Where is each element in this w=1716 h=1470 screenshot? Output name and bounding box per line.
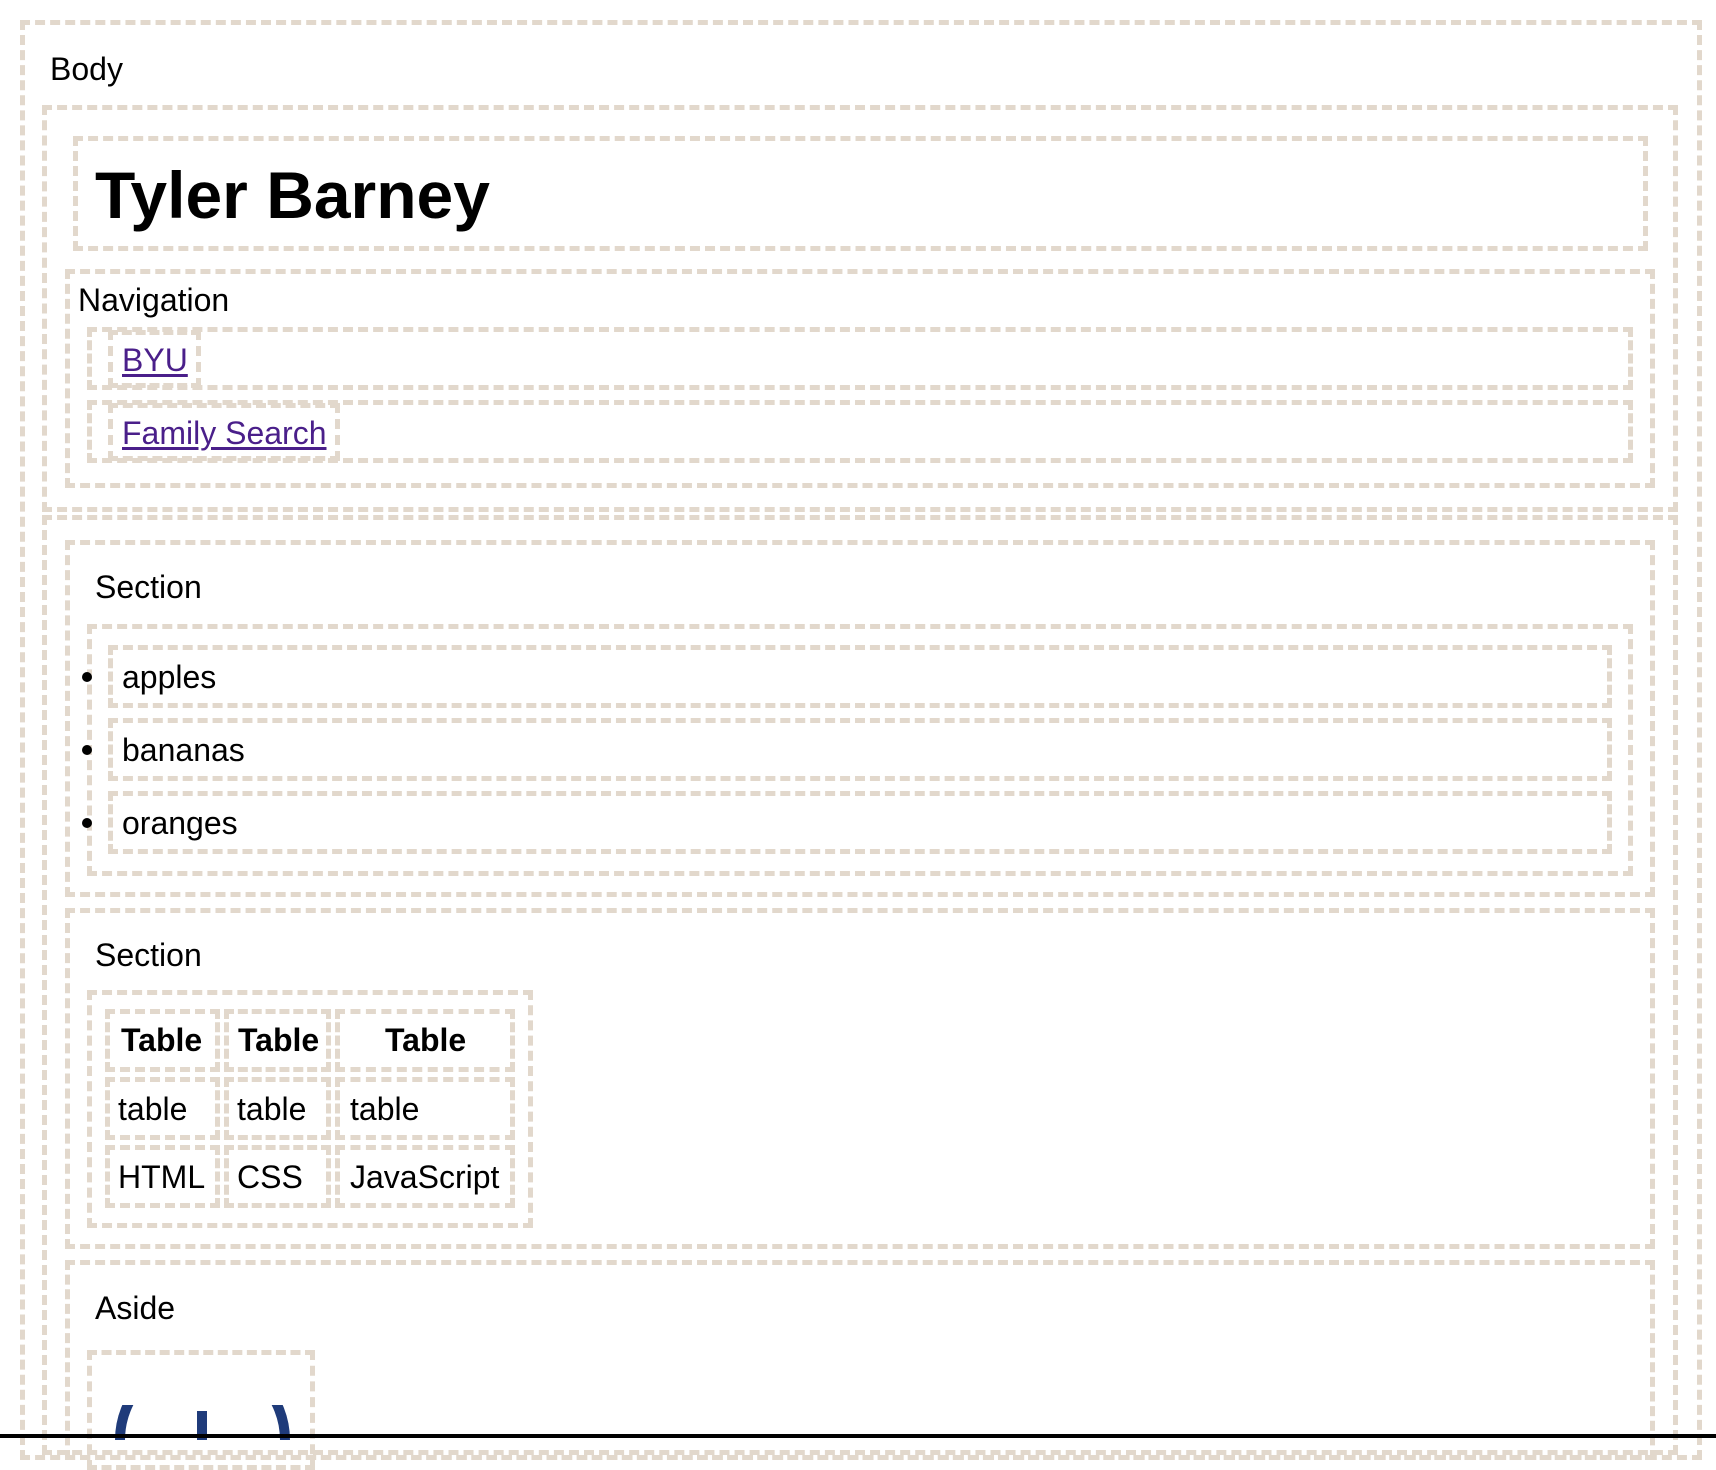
list-item-bananas [108, 718, 1612, 781]
table-cell-text: table [237, 1091, 307, 1127]
table-cell-text: HTML [118, 1159, 206, 1195]
nav-link-byu[interactable]: BYU [122, 344, 188, 376]
bullet-icon [82, 818, 92, 828]
navigation-label: Navigation [78, 282, 230, 318]
list-item-bananas-label: bananas [122, 732, 245, 768]
table-section-label: Section [95, 937, 202, 973]
list-item-oranges-label: oranges [122, 805, 238, 841]
body-label: Body [50, 51, 123, 87]
table-cell-text: table [350, 1091, 420, 1127]
aside-label: Aside [95, 1290, 176, 1326]
list-item-oranges [108, 791, 1612, 854]
table-cell-text: CSS [237, 1159, 303, 1195]
table-header-label: Table [238, 1022, 320, 1058]
table-cell-text: table [118, 1091, 188, 1127]
nav-link-family-search[interactable]: Family Search [122, 417, 327, 449]
window-bottom-border [0, 1434, 1716, 1438]
list-section-label: Section [95, 569, 202, 605]
page-title: Tyler Barney [95, 158, 490, 232]
bullet-icon [82, 672, 92, 682]
table-header-label: Table [385, 1022, 467, 1058]
list-item-apples [108, 645, 1612, 708]
table-header-label: Table [121, 1022, 203, 1058]
list-item-apples-label: apples [122, 659, 217, 695]
nav-item-byu [87, 327, 1633, 390]
table-cell-text: JavaScript [350, 1159, 500, 1195]
bullet-icon [82, 745, 92, 755]
